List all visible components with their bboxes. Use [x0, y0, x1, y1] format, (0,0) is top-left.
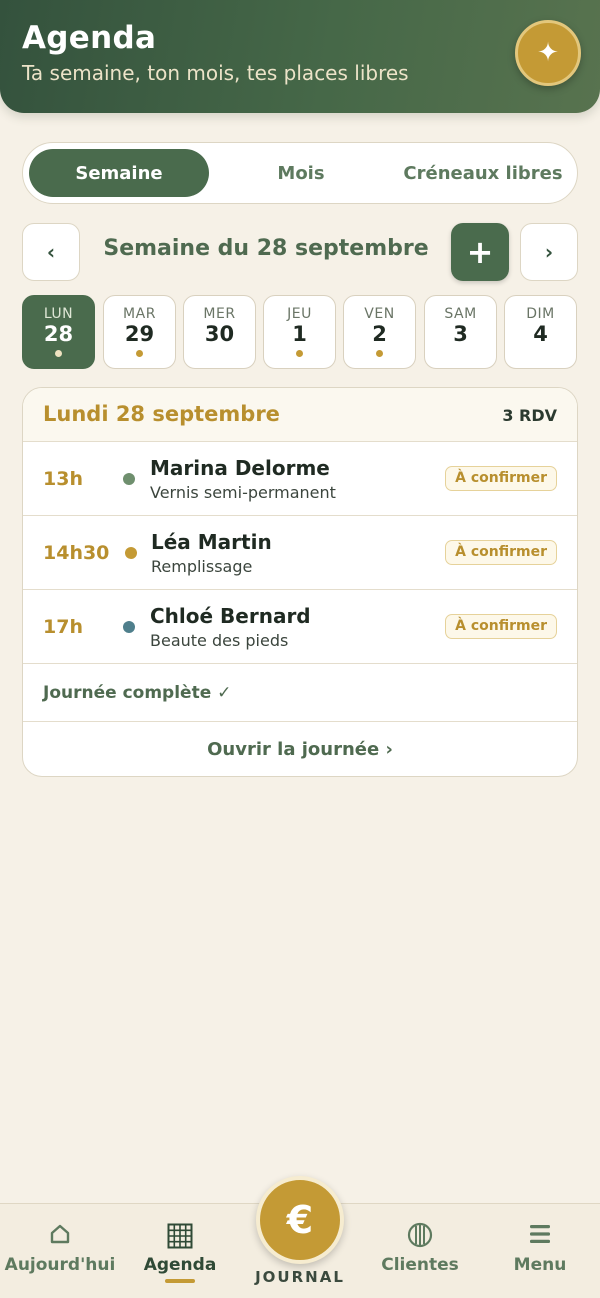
appointment-count: 3 RDV	[502, 406, 557, 425]
journal-label: JOURNAL	[255, 1268, 345, 1286]
day-number: 28	[43, 322, 74, 346]
active-indicator	[165, 1279, 195, 1283]
journal-button[interactable]: €	[256, 1176, 344, 1264]
view-switcher: Semaine Mois Créneaux libres	[22, 142, 578, 204]
status-badge: À confirmer	[445, 540, 557, 565]
status-badge: À confirmer	[445, 466, 557, 491]
day-number: 1	[292, 322, 307, 346]
next-week-button[interactable]: ›	[520, 223, 578, 281]
day-card-title: Lundi 28 septembre	[43, 402, 280, 426]
day-mar[interactable]: MAR 29	[103, 295, 176, 369]
day-mer[interactable]: MER 30	[183, 295, 256, 369]
day-dim[interactable]: DIM 4	[504, 295, 577, 369]
day-number: 2	[372, 322, 387, 346]
day-name: MAR	[123, 306, 156, 322]
appointment-color-dot	[123, 621, 135, 633]
open-day-label: Ouvrir la journée ›	[207, 739, 393, 760]
appointment-dot	[136, 350, 143, 357]
day-name: DIM	[526, 306, 555, 322]
day-name: MER	[203, 306, 236, 322]
tab-mois[interactable]: Mois	[209, 149, 393, 197]
nav-label: Aujourd'hui	[4, 1255, 116, 1275]
appointment-time: 13h	[43, 468, 83, 490]
appointment-time: 14h30	[43, 542, 110, 564]
menu-icon	[480, 1222, 600, 1250]
chevron-left-icon: ‹	[46, 240, 56, 264]
nav-label: Menu	[513, 1255, 567, 1275]
day-name: JEU	[287, 306, 312, 322]
day-lun[interactable]: LUN 28	[22, 295, 95, 369]
app-root: Agenda Ta semaine, ton mois, tes places …	[0, 0, 600, 1298]
day-name: VEN	[364, 306, 395, 322]
week-title: Semaine du 28 septembre	[103, 236, 429, 261]
page-title: Agenda	[22, 20, 157, 56]
clients-icon	[360, 1222, 480, 1250]
service-name: Remplissage	[151, 557, 253, 576]
appointment-time: 17h	[43, 616, 83, 638]
plus-icon: +	[466, 233, 494, 271]
nav-aujourdhui[interactable]: Aujourd'hui	[0, 1204, 120, 1298]
tab-semaine[interactable]: Semaine	[29, 149, 209, 197]
appointment-dot	[55, 350, 62, 357]
appointment-color-dot	[125, 547, 137, 559]
day-full-label: Journée complète ✓	[43, 683, 232, 703]
day-number: 30	[204, 322, 235, 346]
add-appointment-button[interactable]: +	[451, 223, 509, 281]
appointment-row[interactable]: 17h Chloé Bernard Beaute des pieds À con…	[23, 590, 577, 664]
day-number: 4	[533, 322, 548, 346]
day-number: 29	[124, 322, 155, 346]
client-name: Chloé Bernard	[150, 604, 311, 628]
header: Agenda Ta semaine, ton mois, tes places …	[0, 0, 600, 113]
day-ven[interactable]: VEN 2	[343, 295, 416, 369]
chevron-right-icon: ›	[544, 240, 554, 264]
prev-week-button[interactable]: ‹	[22, 223, 80, 281]
appointment-row[interactable]: 13h Marina Delorme Vernis semi-permanent…	[23, 442, 577, 516]
client-name: Léa Martin	[151, 530, 272, 554]
open-day-button[interactable]: Ouvrir la journée ›	[23, 722, 577, 776]
day-card-header: Lundi 28 septembre 3 RDV	[23, 388, 577, 442]
service-name: Beaute des pieds	[150, 631, 289, 650]
day-name: SAM	[444, 306, 477, 322]
tab-creneaux-libres[interactable]: Créneaux libres	[393, 149, 573, 197]
appointment-row[interactable]: 14h30 Léa Martin Remplissage À confirmer	[23, 516, 577, 590]
nav-menu[interactable]: Menu	[480, 1204, 600, 1298]
day-sam[interactable]: SAM 3	[424, 295, 497, 369]
day-card: Lundi 28 septembre 3 RDV 13h Marina Delo…	[22, 387, 578, 777]
appointment-dot	[296, 350, 303, 357]
service-name: Vernis semi-permanent	[150, 483, 336, 502]
home-icon	[0, 1222, 120, 1250]
page-subtitle: Ta semaine, ton mois, tes places libres	[22, 61, 409, 85]
client-name: Marina Delorme	[150, 456, 330, 480]
euro-icon: €	[286, 1198, 314, 1242]
sparkle-icon: ✦	[537, 38, 559, 68]
appointment-dot	[376, 350, 383, 357]
day-jeu[interactable]: JEU 1	[263, 295, 336, 369]
day-name: LUN	[43, 306, 74, 322]
status-badge: À confirmer	[445, 614, 557, 639]
day-number: 3	[453, 322, 468, 346]
appointment-color-dot	[123, 473, 135, 485]
calendar-grid-icon	[120, 1222, 240, 1250]
day-full-row: Journée complète ✓	[23, 664, 577, 722]
sparkle-button[interactable]: ✦	[515, 20, 581, 86]
